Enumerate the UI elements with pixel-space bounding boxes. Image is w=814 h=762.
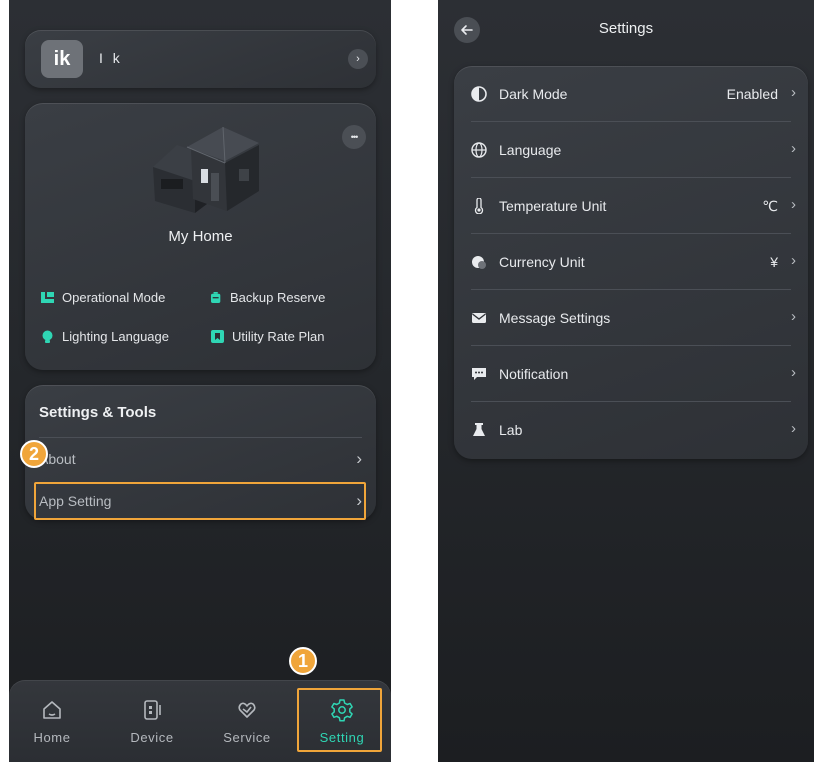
settings-label: Message Settings [499, 310, 611, 326]
bulb-icon [42, 330, 53, 343]
globe-icon [471, 142, 487, 158]
feature-backup-reserve[interactable]: Backup Reserve [211, 290, 325, 305]
setting-tab-highlight [297, 688, 382, 752]
feature-label: Backup Reserve [230, 290, 326, 305]
home-card[interactable]: ••• My Home Operational Mode Backup Rese… [25, 103, 376, 370]
divider [39, 437, 362, 438]
settings-row-currency-unit[interactable]: Currency Unit ¥ › [454, 234, 808, 290]
chevron-right-icon: › [356, 449, 362, 468]
feature-label: Operational Mode [62, 290, 166, 305]
nav-device[interactable]: Device [112, 680, 192, 762]
profile-card[interactable]: ik I k › [25, 30, 376, 88]
settings-value: ℃ [762, 198, 778, 214]
about-row[interactable]: About › [25, 444, 376, 474]
page-title: Settings [598, 20, 654, 37]
chevron-right-icon: › [791, 420, 796, 437]
feature-label: Utility Rate Plan [232, 329, 325, 344]
chevron-right-icon: › [791, 196, 796, 213]
device-icon [144, 700, 161, 720]
settings-list: Dark Mode Enabled › Language › Temperatu… [454, 66, 808, 459]
feature-label: Lighting Language [62, 329, 169, 344]
chevron-right-icon: › [791, 252, 796, 269]
chevron-right-icon: › [791, 308, 796, 325]
thermometer-icon [474, 198, 484, 214]
settings-label: Temperature Unit [499, 198, 607, 214]
house-illustration [153, 126, 259, 213]
nav-label: Home [33, 730, 71, 745]
feature-utility-rate-plan[interactable]: Utility Rate Plan [211, 329, 324, 344]
home-icon [43, 701, 61, 719]
settings-value: Enabled [726, 86, 778, 102]
settings-screen: Settings Dark Mode Enabled › Language › … [438, 0, 814, 762]
flask-icon [473, 423, 485, 436]
chevron-right-icon: › [791, 84, 796, 101]
settings-row-language[interactable]: Language › [454, 122, 808, 178]
section-title: Settings & Tools [39, 404, 157, 421]
settings-value: ¥ [770, 254, 778, 270]
rate-plan-icon [211, 330, 224, 343]
chat-bubble-icon [472, 368, 486, 380]
settings-label: Currency Unit [499, 254, 585, 270]
app-setting-highlight [34, 482, 366, 520]
service-icon [238, 702, 256, 718]
operational-mode-icon [41, 292, 54, 303]
avatar: ik [41, 40, 83, 78]
settings-row-message-settings[interactable]: Message Settings › [454, 290, 808, 346]
settings-row-dark-mode[interactable]: Dark Mode Enabled › [454, 66, 808, 122]
settings-row-lab[interactable]: Lab › [454, 402, 808, 458]
settings-label: Language [499, 142, 562, 158]
chevron-right-icon: › [791, 364, 796, 381]
mail-icon [472, 313, 486, 323]
feature-lighting-language[interactable]: Lighting Language [41, 329, 169, 344]
coin-icon [472, 256, 486, 269]
settings-row-notification[interactable]: Notification › [454, 346, 808, 402]
nav-label: Device [130, 730, 174, 745]
settings-label: Lab [499, 422, 523, 438]
feature-operational-mode[interactable]: Operational Mode [41, 290, 165, 305]
more-options-button[interactable]: ••• [342, 125, 366, 149]
battery-icon [211, 292, 221, 303]
home-screen: ik I k › ••• My Home Operational Mode Ba… [9, 0, 391, 762]
nav-service[interactable]: Service [207, 680, 287, 762]
profile-chevron-right-icon[interactable]: › [348, 49, 368, 69]
settings-row-temperature-unit[interactable]: Temperature Unit ℃ › [454, 178, 808, 234]
settings-label: Notification [499, 366, 569, 382]
step-badge-2: 2 [20, 440, 48, 468]
profile-name: I k [99, 50, 123, 66]
step-badge-1: 1 [289, 647, 317, 675]
home-title: My Home [168, 228, 233, 245]
contrast-icon [471, 86, 487, 102]
nav-label: Service [223, 730, 271, 745]
settings-label: Dark Mode [499, 86, 568, 102]
chevron-right-icon: › [791, 140, 796, 157]
nav-home[interactable]: Home [12, 680, 92, 762]
